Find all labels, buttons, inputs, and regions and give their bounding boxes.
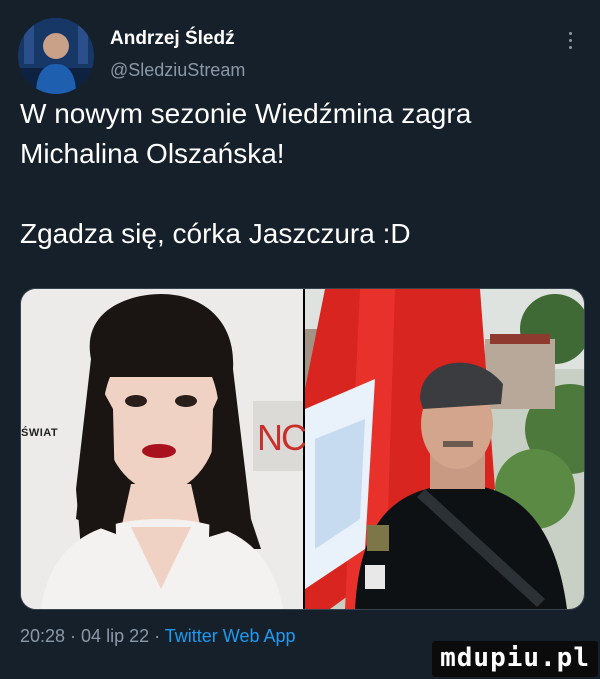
site-watermark: mdupiu.pl: [432, 641, 598, 677]
tweet-text: W nowym sezonie Wiedźmina zagra Michalin…: [20, 94, 580, 254]
handle[interactable]: @SledziuStream: [110, 60, 245, 81]
meta-separator-2: ·: [149, 626, 165, 646]
tweet-time: 20:28: [20, 626, 66, 646]
media-left-label: ŚWIAT: [21, 427, 59, 439]
portrait-photo-right: [305, 289, 584, 609]
avatar[interactable]: [18, 18, 94, 94]
tweet-line-1: W nowym sezonie Wiedźmina zagra: [20, 98, 472, 129]
tweet-line-2: Michalina Olszańska!: [20, 138, 285, 169]
tweet-meta: 20:28 · 04 lip 22 · Twitter Web App: [20, 626, 296, 647]
tweet-date: 04 lip 22: [81, 626, 150, 646]
more-vertical-icon[interactable]: [560, 28, 580, 56]
display-name[interactable]: Andrzej Śledź: [110, 28, 235, 50]
media-photo-left[interactable]: ŚWIAT NCI: [21, 289, 315, 609]
meta-separator-1: ·: [65, 626, 82, 646]
media-grid: ŚWIAT NCI: [20, 288, 585, 610]
tweet-source-link[interactable]: Twitter Web App: [165, 626, 296, 646]
tweet-line-3: Zgadza się, córka Jaszczura :D: [20, 218, 411, 249]
media-photo-right[interactable]: [305, 289, 584, 609]
profile-avatar-icon: [18, 18, 94, 94]
